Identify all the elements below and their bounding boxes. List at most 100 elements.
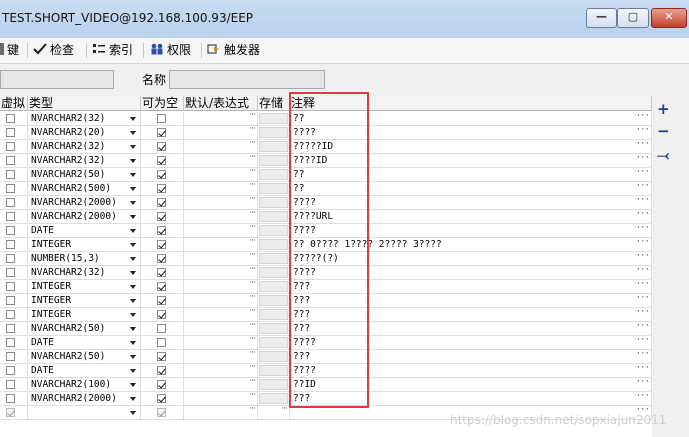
ellipsis-icon[interactable]: ··· [249, 308, 256, 316]
ellipsis-icon[interactable]: ··· [249, 322, 256, 330]
storage-button[interactable] [259, 351, 288, 362]
chevron-down-icon[interactable] [130, 201, 136, 205]
ellipsis-icon[interactable]: ··· [636, 336, 650, 347]
table-row[interactable]: DATE ···???? ··· [0, 224, 652, 238]
table-row[interactable]: NVARCHAR2(2000) ···???? ··· [0, 196, 652, 210]
storage-cell[interactable] [258, 322, 290, 336]
storage-cell[interactable] [258, 168, 290, 182]
tab-indexes[interactable]: 索引 [92, 41, 133, 60]
type-cell[interactable]: INTEGER [28, 238, 141, 252]
nullable-checkbox[interactable] [157, 240, 166, 249]
ellipsis-icon[interactable]: ··· [636, 182, 650, 193]
table-row[interactable]: INTEGER ···??? ··· [0, 294, 652, 308]
table-row[interactable]: DATE ···???? ··· [0, 364, 652, 378]
comment-cell[interactable]: ???? ··· [290, 196, 652, 210]
virtual-checkbox[interactable] [6, 296, 15, 305]
nullable-checkbox[interactable] [157, 310, 166, 319]
default-cell[interactable]: ··· [184, 196, 258, 210]
storage-cell[interactable] [258, 378, 290, 392]
storage-cell[interactable] [258, 252, 290, 266]
ellipsis-icon[interactable]: ··· [636, 154, 650, 165]
ellipsis-icon[interactable]: ··· [249, 336, 256, 344]
default-cell[interactable]: ··· [184, 322, 258, 336]
chevron-down-icon[interactable] [130, 299, 136, 303]
nullable-checkbox[interactable] [157, 282, 166, 291]
comment-cell[interactable]: ????ID ··· [290, 154, 652, 168]
ellipsis-icon[interactable]: ··· [249, 238, 256, 246]
chevron-down-icon[interactable] [130, 397, 136, 401]
comment-cell[interactable]: ??? ··· [290, 322, 652, 336]
type-cell[interactable]: NVARCHAR2(32) [28, 140, 141, 154]
table-row[interactable]: NVARCHAR2(32) ··· ?????ID ··· [0, 140, 652, 154]
storage-cell[interactable] [258, 224, 290, 238]
tab-triggers[interactable]: 触发器 [207, 41, 260, 60]
comment-cell[interactable]: ?? ··· [290, 168, 652, 182]
nullable-checkbox[interactable] [157, 142, 166, 151]
default-cell[interactable]: ··· [184, 308, 258, 322]
type-cell[interactable]: DATE [28, 224, 141, 238]
comment-cell[interactable]: ??? ··· [290, 350, 652, 364]
minimize-button[interactable]: — [586, 8, 617, 28]
virtual-checkbox[interactable] [6, 408, 15, 417]
type-cell[interactable]: INTEGER [28, 294, 141, 308]
storage-cell[interactable] [258, 126, 290, 140]
comment-cell[interactable]: ???? ··· [290, 266, 652, 280]
table-row[interactable]: NVARCHAR2(50) ···??? ··· [0, 350, 652, 364]
chevron-down-icon[interactable] [130, 285, 136, 289]
column-header-virtual[interactable]: 虚拟 [0, 96, 28, 111]
chevron-down-icon[interactable] [130, 173, 136, 177]
storage-cell[interactable] [258, 140, 290, 154]
table-row[interactable]: INTEGER ···??? ··· [0, 280, 652, 294]
type-cell[interactable]: NUMBER(15,3) [28, 252, 141, 266]
ellipsis-icon[interactable]: ··· [636, 378, 650, 389]
table-row[interactable]: NUMBER(15,3) ··· ?????(?) ··· [0, 252, 652, 266]
comment-cell[interactable]: ??? ··· [290, 392, 652, 406]
virtual-checkbox[interactable] [6, 212, 15, 221]
ellipsis-icon[interactable]: ··· [249, 364, 256, 372]
chevron-down-icon[interactable] [130, 383, 136, 387]
comment-cell[interactable]: ??? ··· [290, 308, 652, 322]
storage-button[interactable] [259, 323, 288, 334]
ellipsis-icon[interactable]: ··· [249, 112, 256, 120]
default-cell[interactable]: ··· [184, 252, 258, 266]
virtual-checkbox[interactable] [6, 226, 15, 235]
table-row[interactable]: INTEGER ···??? ··· [0, 308, 652, 322]
storage-cell[interactable]: ··· [258, 406, 290, 420]
storage-button[interactable] [259, 197, 288, 208]
default-cell[interactable]: ··· [184, 238, 258, 252]
comment-cell[interactable]: ???? ··· [290, 364, 652, 378]
storage-cell[interactable] [258, 294, 290, 308]
column-header-type[interactable]: 类型 [28, 96, 141, 111]
default-cell[interactable]: ··· [184, 182, 258, 196]
add-column-icon[interactable]: + [657, 102, 670, 117]
storage-cell[interactable] [258, 238, 290, 252]
chevron-down-icon[interactable] [130, 243, 136, 247]
storage-button[interactable] [259, 253, 288, 264]
storage-cell[interactable] [258, 266, 290, 280]
storage-cell[interactable] [258, 308, 290, 322]
nullable-checkbox[interactable] [157, 184, 166, 193]
chevron-down-icon[interactable] [130, 411, 136, 415]
ellipsis-icon[interactable]: ··· [636, 210, 650, 221]
ellipsis-icon[interactable]: ··· [636, 252, 650, 263]
nullable-checkbox[interactable] [157, 254, 166, 263]
nullable-checkbox[interactable] [157, 324, 166, 333]
storage-button[interactable] [259, 183, 288, 194]
ellipsis-icon[interactable]: ··· [249, 224, 256, 232]
ellipsis-icon[interactable]: ··· [636, 126, 650, 137]
storage-cell[interactable] [258, 336, 290, 350]
virtual-checkbox[interactable] [6, 170, 15, 179]
tab-permissions[interactable]: 权限 [150, 41, 191, 60]
storage-button[interactable] [259, 365, 288, 376]
ellipsis-icon[interactable]: ··· [636, 280, 650, 291]
nullable-checkbox[interactable] [157, 296, 166, 305]
ellipsis-icon[interactable]: ··· [249, 140, 256, 148]
chevron-down-icon[interactable] [130, 271, 136, 275]
ellipsis-icon[interactable]: ··· [249, 392, 256, 400]
ellipsis-icon[interactable]: ··· [249, 266, 256, 274]
chevron-down-icon[interactable] [130, 229, 136, 233]
column-header-nullable[interactable]: 可为空 [141, 96, 184, 111]
default-cell[interactable]: ··· [184, 406, 258, 420]
ellipsis-icon[interactable]: ··· [249, 182, 256, 190]
type-cell[interactable] [28, 406, 141, 420]
